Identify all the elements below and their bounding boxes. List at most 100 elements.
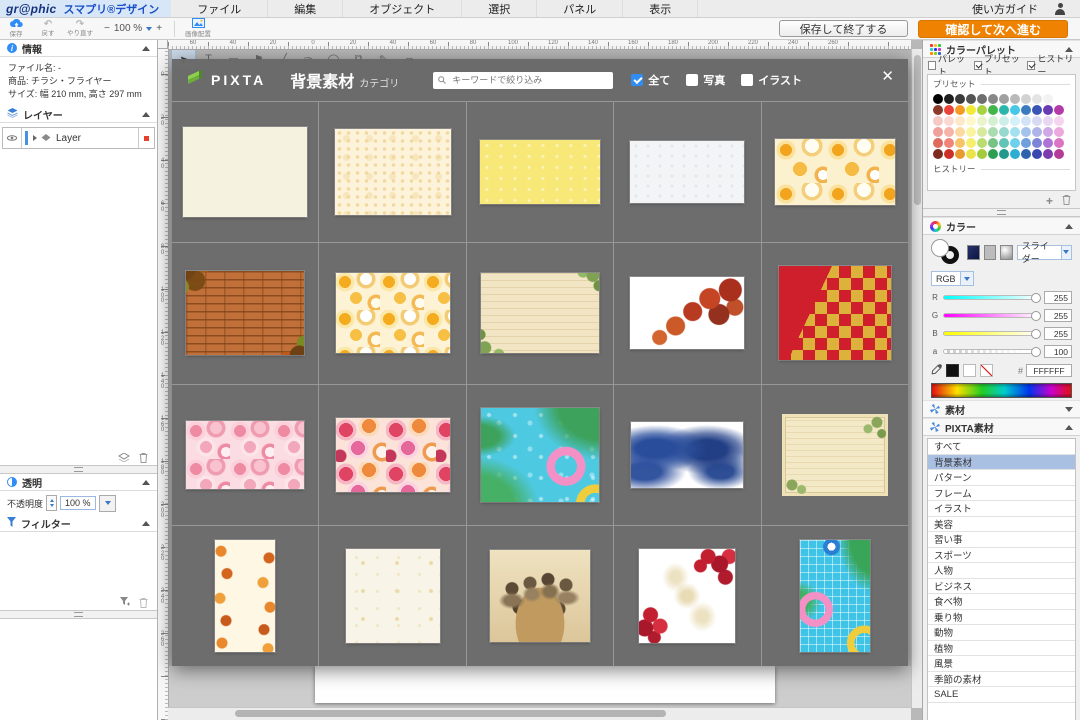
palette-swatch[interactable] [1032, 94, 1042, 104]
eyedropper-icon[interactable] [931, 364, 942, 377]
pixta-material-section-header[interactable]: PIXTA素材 [923, 418, 1080, 436]
scrollbar-thumb[interactable] [914, 55, 921, 205]
channel-slider-B[interactable] [943, 331, 1040, 336]
thumbnail-ivy-beige-paper[interactable] [782, 414, 888, 496]
pixta-category-14[interactable]: 風景 [928, 656, 1075, 672]
save-exit-button[interactable]: 保存して終了する [779, 20, 909, 37]
palette-swatch[interactable] [999, 138, 1009, 148]
layer-expand-icon[interactable] [33, 135, 37, 141]
palette-swatch[interactable] [933, 105, 943, 115]
scrollbar-thumb[interactable] [235, 710, 666, 717]
keyword-search-box[interactable] [433, 72, 613, 89]
palette-swatch[interactable] [977, 138, 987, 148]
pixta-category-6[interactable]: 習い事 [928, 532, 1075, 548]
palette-swatch[interactable] [1010, 149, 1020, 159]
collapse-icon[interactable] [142, 480, 150, 485]
palette-swatch[interactable] [955, 116, 965, 126]
palette-swatch[interactable] [933, 127, 943, 137]
thumbnail-business-meeting-illustration[interactable] [490, 550, 590, 642]
palette-swatch[interactable] [966, 149, 976, 159]
pixta-category-16[interactable]: SALE [928, 687, 1075, 703]
palette-swatch[interactable] [999, 105, 1009, 115]
pixta-category-10[interactable]: 食べ物 [928, 594, 1075, 610]
palette-swatch[interactable] [977, 149, 987, 159]
thumbnail-yellow-white-roses[interactable] [775, 139, 895, 205]
palette-swatch[interactable] [944, 149, 954, 159]
collapse-icon[interactable] [142, 521, 150, 526]
slider-mode-select[interactable]: スライダー [1017, 245, 1072, 260]
palette-swatch[interactable] [1021, 149, 1031, 159]
delete-layer-trash-icon[interactable] [139, 452, 148, 465]
channel-value-R[interactable]: 255 [1044, 291, 1072, 304]
slider-knob[interactable] [1031, 329, 1041, 339]
palette-swatch[interactable] [1054, 138, 1064, 148]
horizontal-scrollbar[interactable] [168, 707, 911, 720]
palette-swatch[interactable] [944, 105, 954, 115]
color-mode-select[interactable]: RGB [931, 271, 974, 286]
vertical-scrollbar[interactable] [911, 49, 922, 708]
chevron-down-icon[interactable] [1061, 246, 1071, 259]
opacity-value[interactable]: 100 % [60, 496, 96, 510]
pixta-category-3[interactable]: フレーム [928, 486, 1075, 502]
palette-swatch[interactable] [955, 94, 965, 104]
opacity-dropdown[interactable] [99, 495, 116, 512]
palette-swatch[interactable] [1032, 138, 1042, 148]
palette-swatch[interactable] [988, 105, 998, 115]
thumbnail-pool-floats-portrait[interactable] [800, 540, 870, 652]
keyword-search-input[interactable] [450, 74, 608, 86]
thumbnail-pool-pink-float[interactable] [481, 408, 599, 502]
palette-swatch[interactable] [977, 105, 987, 115]
layers-section-header[interactable]: レイヤー [0, 106, 157, 123]
layer-target-cell[interactable] [138, 128, 154, 148]
palette-swatch[interactable] [988, 149, 998, 159]
palette-swatch[interactable] [1032, 149, 1042, 159]
menu-item-2[interactable]: オブジェクト [343, 0, 462, 17]
palette-swatch[interactable] [1021, 105, 1031, 115]
thumbnail-red-maple-branch[interactable] [630, 277, 744, 349]
checkbox-icon[interactable] [974, 61, 982, 70]
palette-swatch[interactable] [1054, 94, 1064, 104]
save-button[interactable]: 保存 [0, 18, 32, 39]
palette-swatch[interactable] [1054, 127, 1064, 137]
fill-color-circle[interactable] [931, 239, 949, 257]
thumbnail-maple-leaf-border[interactable] [215, 540, 275, 652]
palette-swatch[interactable] [1021, 94, 1031, 104]
palette-swatch[interactable] [1021, 127, 1031, 137]
channel-value-G[interactable]: 255 [1044, 309, 1072, 322]
layer-visibility-toggle[interactable] [3, 128, 22, 148]
material-section-header[interactable]: 素材 [923, 400, 1080, 418]
slider-knob[interactable] [1031, 347, 1041, 357]
zoom-dropdown-icon[interactable] [146, 27, 152, 31]
pixta-category-12[interactable]: 動物 [928, 625, 1075, 641]
palette-swatch[interactable] [977, 116, 987, 126]
redo-button[interactable]: ↷ やり直す [64, 18, 96, 39]
color-section-header[interactable]: カラー [923, 217, 1080, 235]
pixta-category-4[interactable]: イラスト [928, 501, 1075, 517]
palette-swatch[interactable] [1043, 138, 1053, 148]
palette-swatch[interactable] [1043, 127, 1053, 137]
palette-swatch[interactable] [933, 116, 943, 126]
palette-swatch[interactable] [988, 94, 998, 104]
menu-item-5[interactable]: 表示 [623, 0, 698, 17]
layer-row[interactable]: Layer [2, 127, 155, 149]
thumbnail-yellow-roses[interactable] [336, 273, 450, 353]
palette-swatch[interactable] [944, 94, 954, 104]
no-fill-swatch[interactable] [980, 364, 993, 377]
palette-swatch[interactable] [966, 127, 976, 137]
sphere-mode-button[interactable] [1000, 245, 1013, 260]
filter-2[interactable]: イラスト [741, 72, 802, 88]
thumbnail-cream-floral-pattern[interactable] [335, 129, 451, 215]
pixta-category-15[interactable]: 季節の素材 [928, 672, 1075, 688]
collapse-icon[interactable] [142, 46, 150, 51]
confirm-next-button[interactable]: 確認して次へ進む [918, 20, 1068, 38]
palette-swatch[interactable] [955, 127, 965, 137]
close-icon[interactable]: ✕ [881, 69, 894, 84]
pixta-category-9[interactable]: ビジネス [928, 579, 1075, 595]
filter-section-header[interactable]: フィルター [0, 515, 157, 532]
palette-swatch[interactable] [1054, 149, 1064, 159]
palette-swatch[interactable] [999, 127, 1009, 137]
pixta-category-11[interactable]: 乗り物 [928, 610, 1075, 626]
panel-divider[interactable] [0, 610, 157, 619]
new-layer-icon[interactable] [118, 453, 130, 464]
palette-swatch[interactable] [966, 138, 976, 148]
